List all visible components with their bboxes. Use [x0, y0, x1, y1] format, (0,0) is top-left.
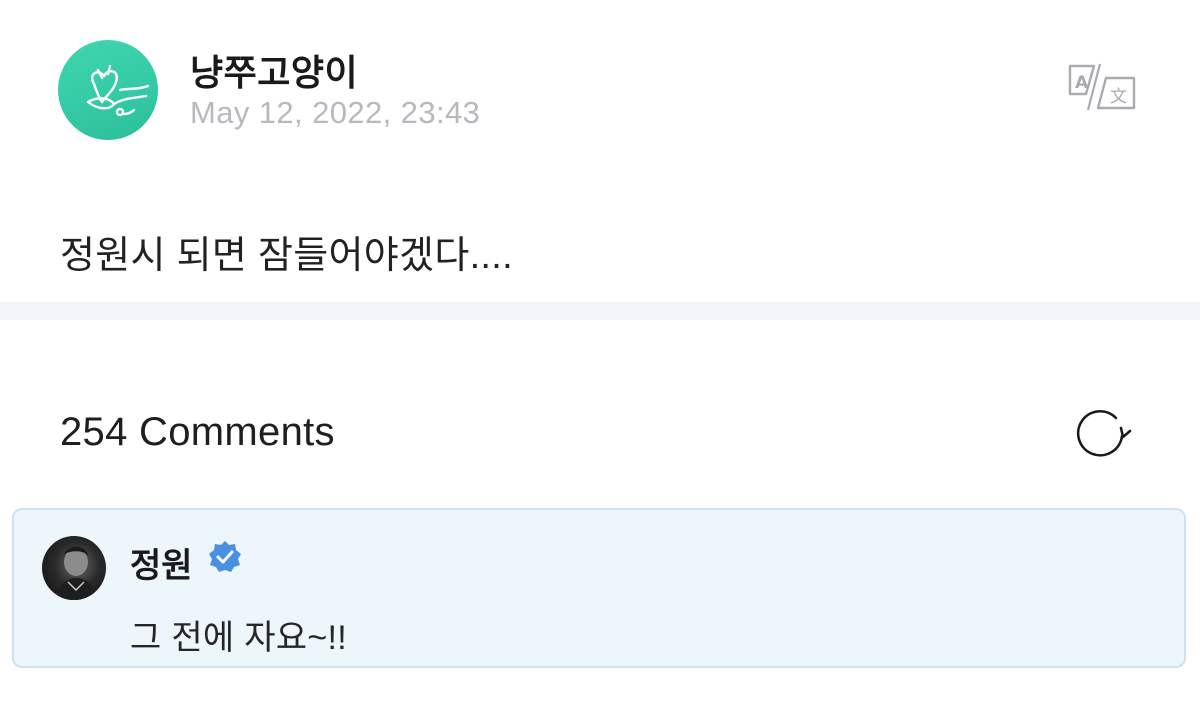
- post-body-text: 정원시 되면 잠들어야겠다....: [60, 235, 514, 277]
- post-timestamp: May 12, 2022, 23:43: [190, 95, 481, 130]
- commenter-name[interactable]: 정원: [130, 538, 193, 587]
- post-page: 냥쭈고양이 May 12, 2022, 23:43 A 文 정원시 되면 잠들어…: [0, 0, 1200, 711]
- author-name[interactable]: 냥쭈고양이: [190, 44, 358, 96]
- author-avatar[interactable]: [58, 40, 158, 140]
- svg-text:A: A: [1075, 73, 1089, 93]
- commenter-avatar[interactable]: [42, 536, 106, 600]
- section-divider: [0, 302, 1200, 320]
- comment-card[interactable]: 정원 그 전에 자요~!!: [12, 508, 1186, 668]
- verified-badge-icon: [208, 540, 242, 574]
- translate-button[interactable]: A 文: [1064, 62, 1140, 112]
- svg-text:文: 文: [1110, 87, 1127, 107]
- translate-icon: A 文: [1068, 63, 1136, 111]
- refresh-icon: [1076, 410, 1132, 457]
- profile-photo-icon: [56, 546, 96, 600]
- heart-doodle-icon: [86, 64, 150, 117]
- refresh-button[interactable]: [1072, 406, 1132, 462]
- post-header: 냥쭈고양이 May 12, 2022, 23:43 A 文 정원시 되면 잠들어…: [0, 0, 1200, 300]
- comments-count: 254 Comments: [60, 410, 335, 454]
- comment-text: 그 전에 자요~!!: [130, 619, 348, 657]
